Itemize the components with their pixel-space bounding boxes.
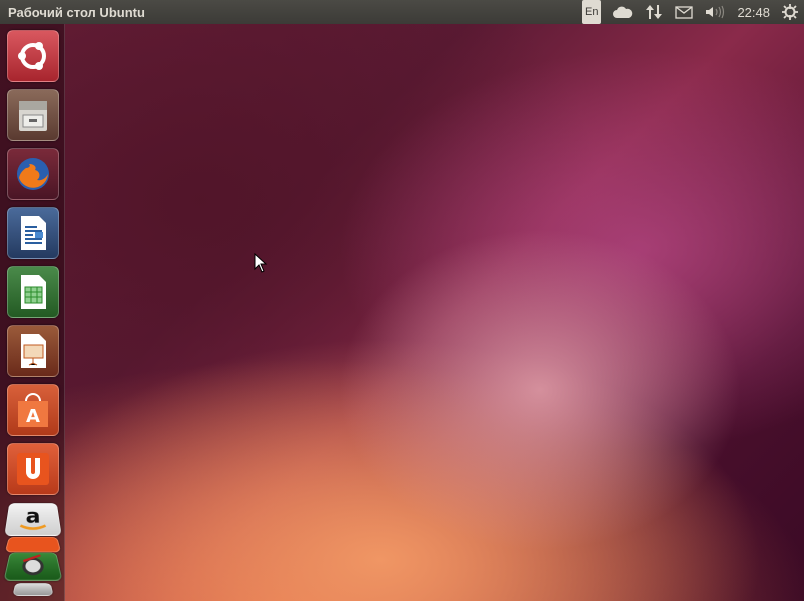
launcher-item-amazon[interactable]: a [4, 503, 62, 539]
keyboard-layout-indicator[interactable]: En [581, 0, 602, 24]
network-icon[interactable] [645, 0, 663, 24]
launcher-item-firefox[interactable] [7, 148, 59, 200]
ubuntu-one-icon [17, 453, 49, 485]
spreadsheet-icon [21, 275, 46, 309]
document-icon [21, 216, 46, 250]
launcher-item-impress[interactable] [7, 325, 59, 377]
svg-text:A: A [26, 406, 40, 427]
launcher-item-calc[interactable] [7, 266, 59, 318]
shopping-bag-icon: A [18, 393, 48, 427]
desktop-wallpaper[interactable] [0, 0, 804, 601]
launcher: A a [0, 24, 65, 601]
launcher-item-software-center[interactable]: A [7, 384, 59, 436]
file-cabinet-icon [19, 101, 47, 131]
launcher-item-software-updater[interactable] [3, 551, 63, 584]
volume-icon[interactable] [705, 0, 725, 24]
clock[interactable]: 22:48 [737, 0, 770, 24]
launcher-item-dash[interactable] [7, 30, 59, 82]
svg-text:a: a [25, 505, 41, 528]
presentation-icon [21, 334, 46, 368]
mail-icon[interactable] [675, 0, 694, 24]
launcher-item-ubuntu-one[interactable] [7, 443, 59, 495]
cloud-icon[interactable] [613, 0, 633, 24]
mouse-pointer-icon [254, 253, 268, 273]
ubuntu-logo-icon [18, 42, 46, 70]
launcher-item-writer[interactable] [7, 207, 59, 259]
amazon-icon: a [11, 505, 56, 539]
launcher-item-trash[interactable] [12, 583, 54, 596]
launcher-item-files[interactable] [7, 89, 59, 141]
top-panel: Рабочий стол Ubuntu En 22:48 [0, 0, 804, 24]
power-gear-icon[interactable] [782, 0, 798, 24]
update-icon [10, 551, 57, 584]
firefox-icon [17, 158, 49, 190]
window-title: Рабочий стол Ubuntu [8, 4, 145, 20]
